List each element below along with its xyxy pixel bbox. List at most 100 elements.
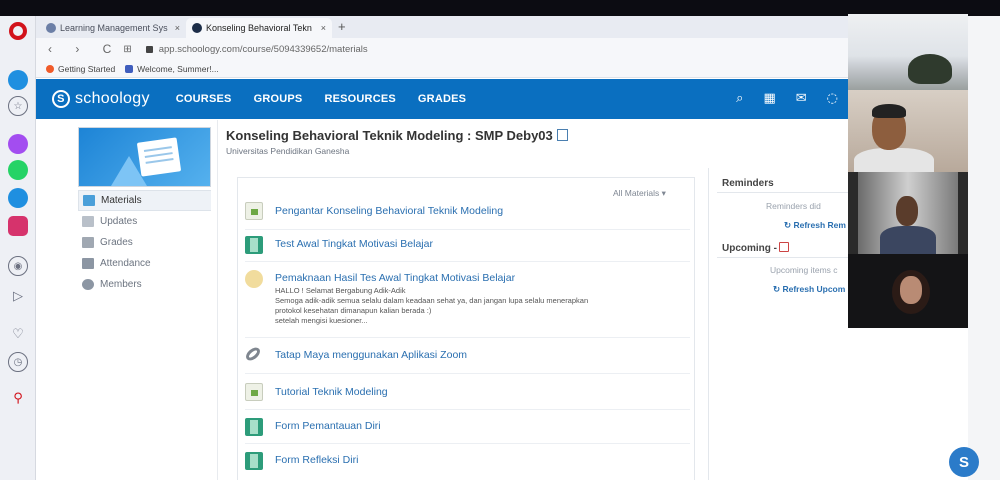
- menu-label: Members: [100, 279, 142, 290]
- menu-label: Attendance: [100, 258, 151, 269]
- bookmarks-bar: Getting Started Welcome, Summer!...: [36, 60, 848, 78]
- grades-icon: [82, 237, 94, 248]
- person-body: [880, 226, 936, 254]
- tab-label: Konseling Behavioral Tekn: [206, 23, 312, 33]
- upcoming-title-text: Upcoming -: [722, 243, 777, 254]
- menu-updates[interactable]: Updates: [78, 211, 211, 232]
- history-icon[interactable]: ◷: [8, 352, 28, 372]
- material-title[interactable]: Pengantar Konseling Behavioral Teknik Mo…: [275, 205, 503, 217]
- material-item[interactable]: Form Refleksi Diri: [245, 448, 690, 478]
- new-tab-button[interactable]: +: [338, 19, 346, 34]
- bookmark-welcome[interactable]: Welcome, Summer!...: [125, 64, 219, 74]
- refresh-reminders-label: Refresh Rem: [793, 220, 846, 230]
- material-item[interactable]: Tutorial Teknik Modeling: [245, 378, 690, 410]
- menu-label: Grades: [100, 237, 133, 248]
- vk-icon[interactable]: [8, 188, 28, 208]
- course-subtitle: Universitas Pendidikan Ganesha: [226, 146, 350, 156]
- schoology-favicon-icon: [192, 23, 202, 33]
- speed-dial-icon[interactable]: ⊞: [123, 44, 131, 55]
- person-face: [896, 196, 918, 226]
- player-icon[interactable]: ◉: [8, 256, 28, 276]
- material-title[interactable]: Tutorial Teknik Modeling: [275, 386, 388, 398]
- material-item[interactable]: Tatap Maya menggunakan Aplikasi Zoom: [243, 342, 690, 374]
- course-image-book: [136, 137, 182, 177]
- material-title[interactable]: Test Awal Tingkat Motivasi Belajar: [275, 238, 433, 250]
- header-tools: ⌕ ▦ ✉ ◌: [716, 91, 838, 106]
- material-title[interactable]: Pemaknaan Hasil Tes Awal Tingkat Motivas…: [275, 272, 515, 284]
- calendar-icon[interactable]: ▦: [763, 91, 775, 106]
- description-line: HALLO ! Selamat Bergabung Adik-Adik: [275, 286, 406, 295]
- menu-label: Updates: [100, 216, 138, 227]
- video-tile[interactable]: [848, 14, 968, 90]
- tab-label: Learning Management Sys: [60, 23, 168, 33]
- browser-sidebar: ☆ ◉ ▷ ♡ ◷ ⚲ ...: [0, 16, 36, 480]
- material-title[interactable]: Form Pemantauan Diri: [275, 420, 381, 432]
- home-icon[interactable]: [8, 70, 28, 90]
- url-field[interactable]: app.schoology.com/course/5094339652/mate…: [159, 44, 368, 55]
- material-title[interactable]: Tatap Maya menggunakan Aplikasi Zoom: [275, 349, 467, 361]
- more-icon[interactable]: ...: [12, 474, 23, 480]
- menu-materials[interactable]: Materials: [78, 190, 211, 211]
- nav-courses[interactable]: COURSES: [176, 93, 232, 105]
- refresh-reminders-link[interactable]: ↻ Refresh Rem: [784, 220, 846, 231]
- heart-icon[interactable]: ♡: [8, 324, 28, 344]
- screen: ☆ ◉ ▷ ♡ ◷ ⚲ ... Learning Management Sys …: [0, 0, 1000, 480]
- description-line: Semoga adik-adik semua selalu dalam kead…: [275, 296, 589, 305]
- close-tab-icon[interactable]: ×: [175, 23, 180, 33]
- menu-members[interactable]: Members: [78, 274, 211, 295]
- send-icon[interactable]: ▷: [8, 286, 28, 306]
- assignment-icon: [245, 418, 263, 436]
- video-tile[interactable]: [848, 254, 968, 328]
- mail-icon[interactable]: ✉: [796, 91, 807, 106]
- notification-icon[interactable]: ◌: [827, 91, 838, 106]
- material-item[interactable]: Pengantar Konseling Behavioral Teknik Mo…: [245, 198, 690, 230]
- members-icon: [82, 279, 94, 290]
- navigation-buttons[interactable]: ‹ › C: [48, 42, 121, 56]
- tree-shape: [908, 54, 952, 84]
- person-shirt: [854, 148, 934, 172]
- bookmark-getting-started[interactable]: Getting Started: [46, 64, 115, 74]
- person-face: [900, 276, 922, 304]
- course-title-text: Konseling Behavioral Teknik Modeling : S…: [226, 128, 553, 143]
- tab-konseling[interactable]: Konseling Behavioral Tekn ×: [186, 18, 332, 38]
- course-info-icon[interactable]: [556, 129, 568, 141]
- firefox-icon: [46, 64, 54, 73]
- material-item[interactable]: Form Pemantauan Diri: [245, 414, 690, 444]
- assignment-icon: [245, 236, 263, 254]
- close-tab-icon[interactable]: ×: [321, 23, 326, 33]
- menu-attendance[interactable]: Attendance: [78, 253, 211, 274]
- messenger-icon[interactable]: [8, 134, 28, 154]
- video-tile[interactable]: [848, 172, 968, 254]
- schoology-logo[interactable]: S schoology: [52, 90, 150, 108]
- refresh-upcoming-link[interactable]: ↻ Refresh Upcom: [773, 284, 845, 295]
- divider: [717, 192, 848, 193]
- material-item[interactable]: Test Awal Tingkat Motivasi Belajar: [245, 232, 690, 262]
- divider: [217, 120, 218, 480]
- address-bar: ‹ › C ⊞ app.schoology.com/course/5094339…: [36, 38, 848, 60]
- discussion-icon: [245, 270, 263, 288]
- main-nav: COURSES GROUPS RESOURCES GRADES: [176, 93, 488, 105]
- nav-groups[interactable]: GROUPS: [254, 93, 303, 105]
- calendar-icon[interactable]: [779, 242, 789, 252]
- discussion-description: HALLO ! Selamat Bergabung Adik-Adik Semo…: [275, 286, 588, 326]
- material-title[interactable]: Form Refleksi Diri: [275, 454, 358, 466]
- attendance-icon: [82, 258, 94, 269]
- instagram-icon[interactable]: [8, 216, 28, 236]
- bookmark-label: Getting Started: [58, 63, 116, 74]
- menu-grades[interactable]: Grades: [78, 232, 211, 253]
- opera-logo-icon[interactable]: [9, 22, 27, 40]
- document-icon: [245, 383, 263, 401]
- whatsapp-icon[interactable]: [8, 160, 28, 180]
- pin-icon[interactable]: ⚲: [8, 388, 28, 408]
- search-icon[interactable]: ⌕: [736, 91, 743, 106]
- nav-grades[interactable]: GRADES: [418, 93, 466, 105]
- schoology-header: S schoology COURSES GROUPS RESOURCES GRA…: [36, 79, 848, 119]
- nav-resources[interactable]: RESOURCES: [324, 93, 395, 105]
- course-image: [78, 127, 211, 187]
- chat-button[interactable]: S: [949, 447, 979, 477]
- video-tile[interactable]: [848, 90, 968, 172]
- tab-learning-management[interactable]: Learning Management Sys ×: [40, 18, 186, 38]
- star-icon[interactable]: ☆: [8, 96, 28, 116]
- refresh-upcoming-label: Refresh Upcom: [782, 284, 846, 294]
- divider: [717, 257, 848, 258]
